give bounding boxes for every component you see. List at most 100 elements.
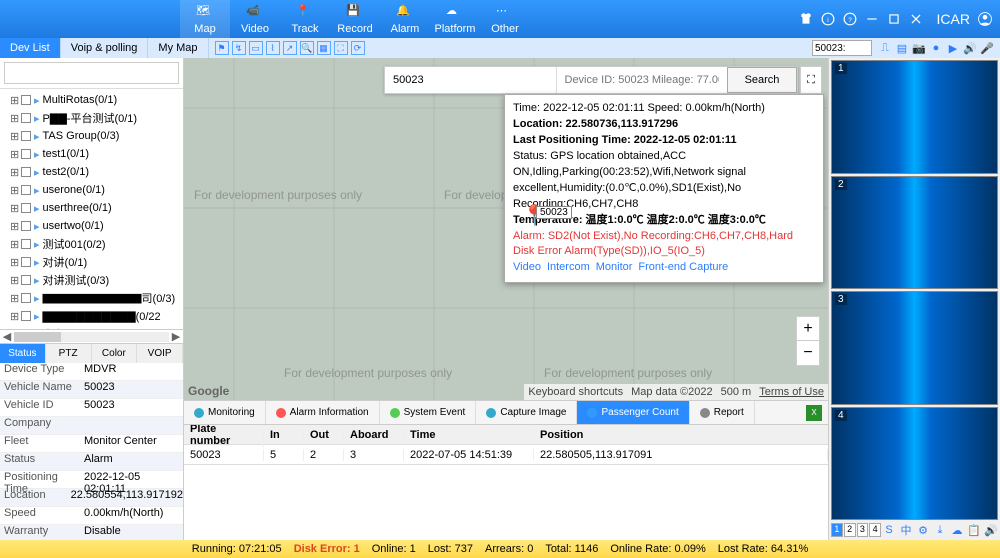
vp-layout-1[interactable]: 1	[831, 523, 843, 537]
tree-item[interactable]: ⊞▸test1(0/1)	[2, 145, 181, 163]
row2-tab-1[interactable]: Voip & polling	[61, 38, 149, 58]
top-tab-alarm[interactable]: 🔔Alarm	[380, 0, 430, 38]
tree-h-scroll[interactable]: ◀ ▶	[0, 329, 183, 343]
top-tab-platform[interactable]: ☁Platform	[430, 0, 480, 38]
map-area[interactable]: For development purposes only For develo…	[184, 58, 828, 400]
video-panel-1[interactable]: 1	[831, 60, 998, 174]
layout-icon[interactable]: ▤	[895, 41, 909, 55]
info-icon[interactable]: i	[821, 12, 835, 26]
top-nav-tabs: 🗺Map📹Video📍Track💾Record🔔Alarm☁Platform⋯O…	[180, 0, 530, 38]
camera-icon[interactable]: 📷	[912, 41, 926, 55]
info-tab-color[interactable]: Color	[92, 344, 138, 363]
grid-tool-icon[interactable]: ▦	[317, 41, 331, 55]
terms-link[interactable]: Terms of Use	[759, 386, 824, 398]
video-panel-3[interactable]: 3	[831, 291, 998, 405]
bp-tab-2[interactable]: System Event	[380, 401, 477, 424]
mic-icon[interactable]: 🎤	[980, 41, 994, 55]
measure-tool-icon[interactable]: ↗	[283, 41, 297, 55]
top-tab-record[interactable]: 💾Record	[330, 0, 380, 38]
bp-tab-0[interactable]: Monitoring	[184, 401, 266, 424]
dev-watermark: For development purposes only	[284, 366, 452, 380]
device-tree[interactable]: ⊞▸MultiRotas(0/1)⊞▸P▇▇-平台测试(0/1)⊞▸TAS Gr…	[0, 89, 183, 329]
popup-link-intercom[interactable]: Intercom	[547, 261, 590, 273]
tray-icon[interactable]: S	[882, 523, 896, 537]
expand-tool-icon[interactable]: ⛶	[334, 41, 348, 55]
polyline-tool-icon[interactable]: ⌇	[266, 41, 280, 55]
map-search-button[interactable]: Search	[727, 67, 797, 93]
vp-layout-3[interactable]: 3	[857, 523, 869, 537]
zoom-out-button[interactable]: −	[797, 341, 819, 365]
tree-item[interactable]: ⊞▸test2(0/1)	[2, 163, 181, 181]
tray-icon[interactable]: 🔊	[984, 523, 998, 537]
row2-tab-0[interactable]: Dev List	[0, 38, 61, 58]
tree-item[interactable]: ⊞▸对讲(0/1)	[2, 253, 181, 271]
scroll-left-icon[interactable]: ◀	[0, 330, 14, 343]
tree-item[interactable]: ⊞▸userone(0/1)	[2, 181, 181, 199]
scroll-right-icon[interactable]: ▶	[169, 330, 183, 343]
left-panel: ⊞▸MultiRotas(0/1)⊞▸P▇▇-平台测试(0/1)⊞▸TAS Gr…	[0, 58, 184, 540]
top-tab-map[interactable]: 🗺Map	[180, 0, 230, 38]
top-tab-track[interactable]: 📍Track	[280, 0, 330, 38]
bp-tab-3[interactable]: Capture Image	[476, 401, 577, 424]
tree-item[interactable]: ⊞▸▇▇▇▇▇▇▇▇▇司(0/3)	[2, 289, 181, 307]
tray-icon[interactable]: 📋	[967, 523, 981, 537]
popup-link-front-end capture[interactable]: Front-end Capture	[638, 261, 728, 273]
vp-layout-2[interactable]: 2	[844, 523, 856, 537]
tray-icon[interactable]: ⚙	[916, 523, 930, 537]
tree-search-input[interactable]	[4, 62, 179, 84]
tray-icon[interactable]: 中	[899, 523, 913, 537]
volume-icon[interactable]: 🔊	[963, 41, 977, 55]
status-disk-error: Disk Error: 1	[294, 543, 360, 555]
tree-item[interactable]: ⊞▸测试001(0/2)	[2, 235, 181, 253]
zoom-in-button[interactable]: +	[797, 317, 819, 341]
device-quick-search-input[interactable]	[812, 40, 872, 56]
close-icon[interactable]	[909, 12, 923, 26]
tree-item[interactable]: ⊞▸▇▇▇▇▇▇▇▇▇▇▇(0/22	[2, 307, 181, 325]
tray-icon[interactable]: ⤓	[933, 523, 947, 537]
google-logo: Google	[188, 384, 229, 398]
bp-tab-1[interactable]: Alarm Information	[266, 401, 380, 424]
fullscreen-button[interactable]: ⛶	[800, 66, 822, 94]
popup-link-monitor[interactable]: Monitor	[596, 261, 633, 273]
export-excel-button[interactable]: X	[806, 405, 822, 421]
refresh-tool-icon[interactable]: ⟳	[351, 41, 365, 55]
tree-item[interactable]: ⊞▸对讲测试(0/3)	[2, 271, 181, 289]
maximize-icon[interactable]	[887, 12, 901, 26]
scroll-thumb[interactable]	[14, 332, 61, 342]
map-search-input[interactable]	[385, 67, 556, 93]
bp-tab-5[interactable]: Report	[690, 401, 755, 424]
vp-layout-4[interactable]: 4	[869, 523, 881, 537]
top-tab-other[interactable]: ⋯Other	[480, 0, 530, 38]
popup-link-video[interactable]: Video	[513, 261, 541, 273]
tree-item[interactable]: ⊞▸MultiRotas(0/1)	[2, 91, 181, 109]
bp-tab-4[interactable]: Passenger Count	[577, 401, 689, 424]
map-pin-label: 50023	[536, 206, 572, 219]
info-tab-ptz[interactable]: PTZ	[46, 344, 92, 363]
tree-item[interactable]: ⊞▸usertwo(0/1)	[2, 217, 181, 235]
play-icon[interactable]: ▶	[946, 41, 960, 55]
minimize-icon[interactable]	[865, 12, 879, 26]
top-tab-video[interactable]: 📹Video	[230, 0, 280, 38]
help-icon[interactable]: ?	[843, 12, 857, 26]
tray-icon[interactable]: ☁	[950, 523, 964, 537]
info-tab-voip[interactable]: VOIP	[137, 344, 183, 363]
info-row: Device TypeMDVR	[0, 363, 183, 381]
status-running: Running: 07:21:05	[192, 543, 282, 555]
row2-tab-2[interactable]: My Map	[148, 38, 208, 58]
flag-tool-icon[interactable]: ⚑	[215, 41, 229, 55]
rec-icon[interactable]: ●	[929, 41, 943, 55]
rect-tool-icon[interactable]: ▭	[249, 41, 263, 55]
map-search-detail[interactable]	[556, 67, 728, 93]
tree-item[interactable]: ⊞▸P▇▇-平台测试(0/1)	[2, 109, 181, 127]
search-tool-icon[interactable]: 🔍	[300, 41, 314, 55]
user-icon[interactable]	[978, 12, 992, 26]
route-tool-icon[interactable]: ↯	[232, 41, 246, 55]
video-panel-2[interactable]: 2	[831, 176, 998, 290]
tree-item[interactable]: ⊞▸userthree(0/1)	[2, 199, 181, 217]
tree-item[interactable]: ⊞▸TAS Group(0/3)	[2, 127, 181, 145]
table-row[interactable]: 500235232022-07-05 14:51:3922.580505,113…	[184, 445, 828, 465]
video-panel-4[interactable]: 4	[831, 407, 998, 521]
tshirt-icon[interactable]	[799, 12, 813, 26]
info-tab-status[interactable]: Status	[0, 344, 46, 363]
signal-icon[interactable]: ⎍	[878, 41, 892, 55]
